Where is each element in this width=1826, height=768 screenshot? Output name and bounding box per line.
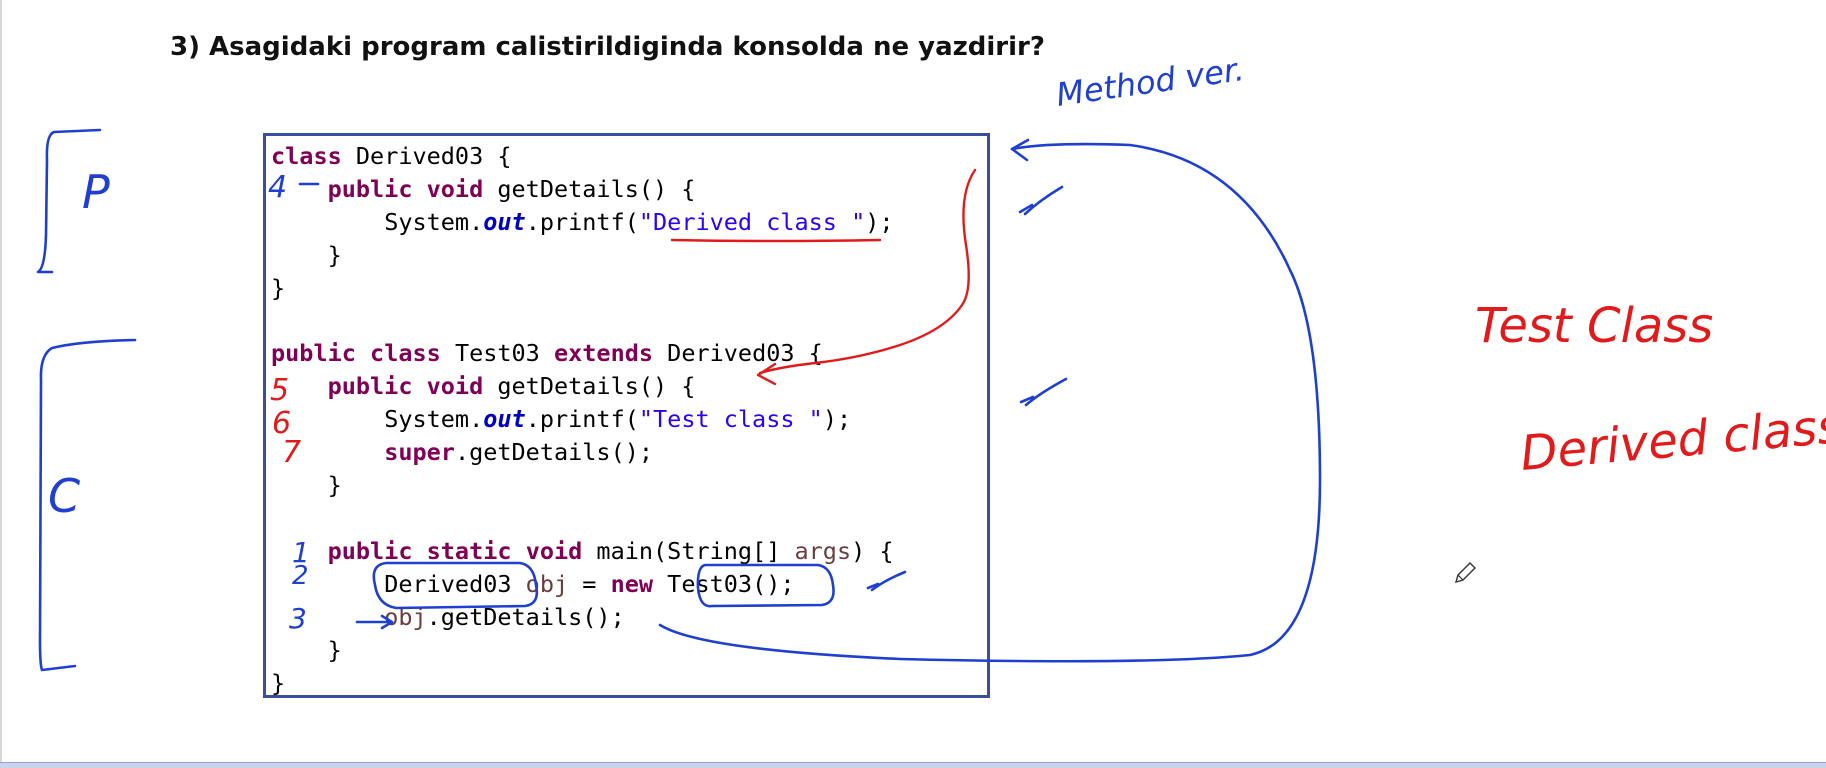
keyword: void: [426, 372, 484, 401]
code-line: obj.getDetails();: [271, 603, 625, 631]
code-listing: class Derived03 { public void getDetails…: [271, 140, 894, 699]
keyword: void: [525, 536, 583, 565]
code-text: Test03: [440, 339, 554, 368]
code-text: =: [568, 569, 611, 598]
code-text: Derived03 {: [653, 339, 823, 368]
code-line: System.out.printf("Test class ");: [271, 405, 851, 433]
code-line: super.getDetails();: [271, 438, 653, 466]
code-text: getDetails() {: [483, 372, 696, 401]
code-line: }: [271, 636, 342, 664]
code-line: class Derived03 {: [271, 142, 512, 170]
field: out: [483, 207, 526, 236]
left-edge: [0, 0, 2, 768]
keyword: public: [327, 536, 413, 565]
output-line-1: Test Class: [1475, 298, 1713, 354]
keyword: class: [271, 142, 342, 170]
code-text: main(String[]: [582, 536, 795, 565]
question-title: 3) Asagidaki program calistirildiginda k…: [170, 32, 1045, 62]
variable: obj: [525, 569, 569, 598]
code-text: .printf(: [525, 405, 639, 434]
code-text: .getDetails();: [426, 602, 625, 631]
pencil-cursor-icon: [1454, 562, 1476, 584]
keyword: extends: [553, 339, 654, 368]
string-literal: "Test class ": [638, 405, 823, 434]
code-text: getDetails() {: [483, 174, 696, 203]
letter-c: C: [48, 469, 80, 523]
code-text: System.: [384, 207, 484, 236]
code-line: }: [271, 274, 285, 302]
code-line: }: [271, 669, 285, 697]
code-line: Derived03 obj = new Test03();: [271, 569, 795, 598]
variable: args: [794, 536, 852, 565]
code-text: .printf(: [525, 207, 639, 236]
code-text: }: [327, 240, 342, 269]
bottom-band: [0, 763, 1826, 768]
child-bracket: [38, 338, 137, 672]
code-text: }: [271, 668, 286, 697]
code-text: .getDetails();: [454, 438, 654, 467]
letter-p: P: [82, 165, 110, 219]
output-line-2: Derived class: [1518, 398, 1826, 482]
code-text: }: [327, 635, 342, 664]
code-box: class Derived03 { public void getDetails…: [263, 133, 990, 698]
string-literal: "Derived class ": [638, 207, 866, 236]
keyword: super: [384, 438, 455, 467]
checkmark-2: [1019, 377, 1068, 407]
code-line: public void getDetails() {: [271, 372, 696, 401]
keyword: void: [426, 174, 484, 203]
code-text: ) {: [851, 536, 894, 565]
code-line: System.out.printf("Derived class ");: [271, 207, 894, 236]
call-arrow-head: [1010, 138, 1030, 162]
code-line: }: [271, 471, 342, 499]
code-line: }: [271, 241, 342, 269]
keyword: public: [327, 174, 413, 203]
code-text: );: [865, 207, 894, 236]
code-line: public static void main(String[] args) {: [271, 537, 894, 565]
code-text: System.: [384, 405, 484, 434]
variable: obj: [384, 602, 427, 631]
keyword: public: [271, 339, 356, 368]
parent-bracket: [36, 128, 102, 274]
keyword: new: [610, 569, 654, 598]
code-text: }: [327, 471, 342, 500]
keyword: static: [426, 536, 512, 565]
checkmark-1: [1018, 185, 1064, 216]
code-text: Test03();: [653, 569, 795, 598]
code-text: Derived03: [384, 569, 526, 598]
method-note: Method ver.: [1054, 50, 1247, 114]
code-line: public void getDetails() {: [271, 174, 696, 203]
field: out: [483, 405, 526, 434]
code-text: );: [822, 405, 852, 434]
code-line: public class Test03 extends Derived03 {: [271, 339, 823, 367]
keyword: public: [327, 372, 413, 401]
keyword: class: [370, 339, 441, 368]
code-text: }: [271, 273, 286, 302]
code-text: Derived03 {: [341, 142, 512, 170]
